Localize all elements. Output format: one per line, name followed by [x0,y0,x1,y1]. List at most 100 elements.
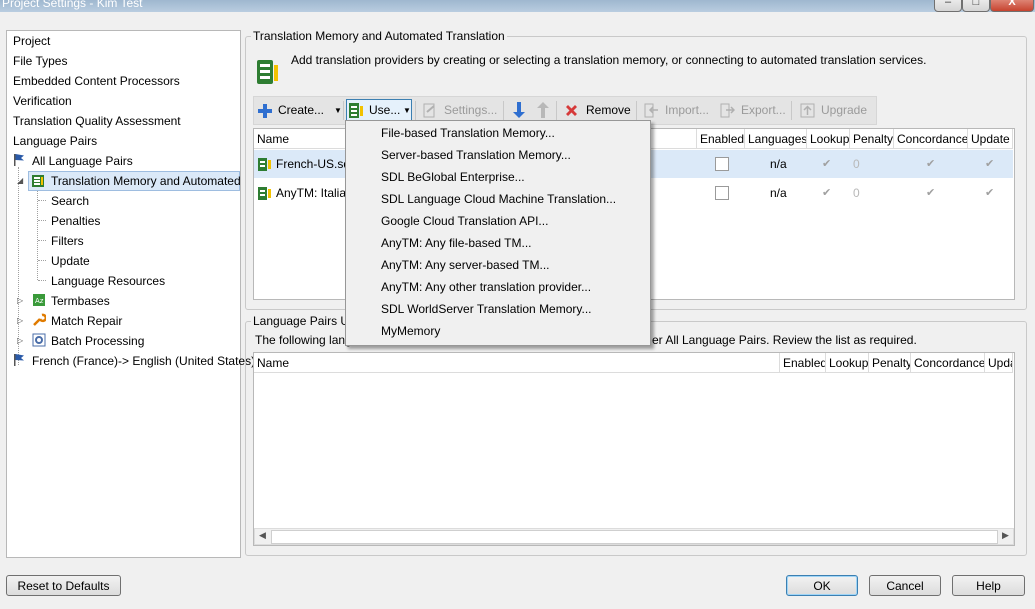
tree-item-all-language-pairs[interactable]: All Language Pairs [32,152,133,170]
menu-item-file-based-tm[interactable]: File-based Translation Memory... [381,122,555,144]
column-header-concordance[interactable]: Concordance [894,129,968,149]
svg-text:Az: Az [35,297,44,305]
use-dropdown-menu: File-based Translation Memory... Server-… [345,120,651,346]
scroll-right-arrow-icon[interactable]: ▶ [1002,530,1009,541]
import-icon [644,103,658,118]
tm-icon [349,103,363,118]
column-header-update[interactable]: Upda [985,353,1013,373]
column-header-name[interactable]: Name [254,353,780,373]
tree-connector [38,280,46,281]
column-header-update[interactable]: Update [968,129,1013,149]
settings-tree: Project File Types Embedded Content Proc… [6,30,255,558]
move-down-arrow-icon[interactable] [512,101,526,119]
tm-group-title: Translation Memory and Automated Transla… [251,29,507,43]
export-icon [720,103,735,118]
lookup-check-icon[interactable]: ✔ [822,157,831,170]
window-title: Project Settings - Kim Test [2,0,143,10]
toolbar-separator [636,101,637,120]
tree-item-filters[interactable]: Filters [51,232,84,250]
column-header-languages[interactable]: Languages [745,129,807,149]
concordance-check-icon[interactable]: ✔ [926,186,935,199]
tree-item-label: Translation Memory and Automated [51,174,241,188]
tree-item-verification[interactable]: Verification [13,92,72,110]
help-button[interactable]: Help [952,575,1025,596]
menu-item-anytm-file[interactable]: AnyTM: Any file-based TM... [381,232,532,254]
import-label: Import... [665,103,710,117]
tree-item-termbases[interactable]: Termbases [51,292,110,310]
tree-item-project[interactable]: Project [13,32,50,50]
tree-item-search[interactable]: Search [51,192,89,210]
tm-description: Add translation providers by creating or… [291,53,927,67]
tree-item-match-repair[interactable]: Match Repair [51,312,122,330]
tree-item-batch-processing[interactable]: Batch Processing [51,332,144,350]
tree-item-tm-automated[interactable]: Translation Memory and Automated [28,171,241,191]
tree-item-penalties[interactable]: Penalties [51,212,100,230]
toolbar-separator [556,101,557,120]
column-header-lookup[interactable]: Lookup [826,353,869,373]
menu-item-anytm-other[interactable]: AnyTM: Any other translation provider... [381,276,591,298]
anytm-icon [258,187,271,200]
export-label: Export... [741,103,786,117]
toolbar-separator [415,101,416,120]
languages-value: n/a [770,186,787,200]
menu-item-google-cloud-translation[interactable]: Google Cloud Translation API... [381,210,548,232]
expand-arrow-icon[interactable]: ▷ [17,296,23,305]
use-button[interactable]: Use... ▼ [346,99,412,122]
tree-item-tqa[interactable]: Translation Quality Assessment [13,112,181,130]
tm-icon [32,175,44,187]
update-check-icon[interactable]: ✔ [985,157,994,170]
move-up-arrow-icon[interactable] [536,101,550,119]
tm-name: AnyTM: Italian [276,186,353,200]
concordance-check-icon[interactable]: ✔ [926,157,935,170]
menu-item-mymemory[interactable]: MyMemory [381,320,440,342]
column-header-penalty[interactable]: Penalty [850,129,894,149]
flag-icon [14,354,24,366]
tree-item-embedded-content[interactable]: Embedded Content Processors [13,72,180,90]
batch-gear-icon [32,333,46,347]
enabled-checkbox[interactable] [715,157,729,171]
update-check-icon[interactable]: ✔ [985,186,994,199]
tree-item-language-pair-fr-en[interactable]: French (France)-> English (United States… [32,352,255,370]
file-tm-icon [258,158,271,171]
tree-item-update[interactable]: Update [51,252,90,270]
expand-arrow-icon[interactable]: ▷ [17,336,23,345]
penalty-value[interactable]: 0 [853,157,860,171]
column-header-enabled[interactable]: Enabled [780,353,826,373]
scroll-left-arrow-icon[interactable]: ◀ [259,530,266,541]
tree-item-file-types[interactable]: File Types [13,52,67,70]
maximize-button[interactable]: □ [962,0,990,12]
scrollbar-thumb[interactable] [271,530,998,544]
column-header-concordance[interactable]: Concordance [911,353,985,373]
use-label: Use... [369,103,401,117]
menu-item-server-based-tm[interactable]: Server-based Translation Memory... [381,144,571,166]
close-button[interactable]: X [990,0,1034,12]
lookup-check-icon[interactable]: ✔ [822,186,831,199]
menu-item-anytm-server[interactable]: AnyTM: Any server-based TM... [381,254,550,276]
menu-item-worldserver-tm[interactable]: SDL WorldServer Translation Memory... [381,298,592,320]
collapse-arrow-icon[interactable]: ◢ [17,176,23,185]
language-pairs-description-start: The following lang [255,333,352,347]
horizontal-scrollbar[interactable]: ◀ ▶ [254,528,1014,545]
minimize-button[interactable]: – [934,0,962,12]
enabled-checkbox[interactable] [715,186,729,200]
tree-item-language-pairs[interactable]: Language Pairs [13,132,97,150]
remove-x-icon [566,105,577,116]
column-header-enabled[interactable]: Enabled [697,129,745,149]
expand-arrow-icon[interactable]: ▷ [17,316,23,325]
tree-item-language-resources[interactable]: Language Resources [51,272,165,290]
settings-icon [423,103,435,118]
menu-item-beglobal[interactable]: SDL BeGlobal Enterprise... [381,166,525,188]
reset-to-defaults-button[interactable]: Reset to Defaults [6,575,121,596]
tm-large-icon [257,60,278,84]
menu-item-language-cloud-mt[interactable]: SDL Language Cloud Machine Translation..… [381,188,616,210]
language-pairs-group-title: Language Pairs Us [251,314,358,328]
cancel-button[interactable]: Cancel [869,575,941,596]
column-header-penalty[interactable]: Penalty [869,353,911,373]
wrench-icon [33,313,46,326]
tree-connector [38,200,46,201]
languages-value: n/a [770,157,787,171]
tree-connector [38,260,46,261]
column-header-lookup[interactable]: Lookup [807,129,850,149]
ok-button[interactable]: OK [786,575,858,596]
penalty-value[interactable]: 0 [853,186,860,200]
